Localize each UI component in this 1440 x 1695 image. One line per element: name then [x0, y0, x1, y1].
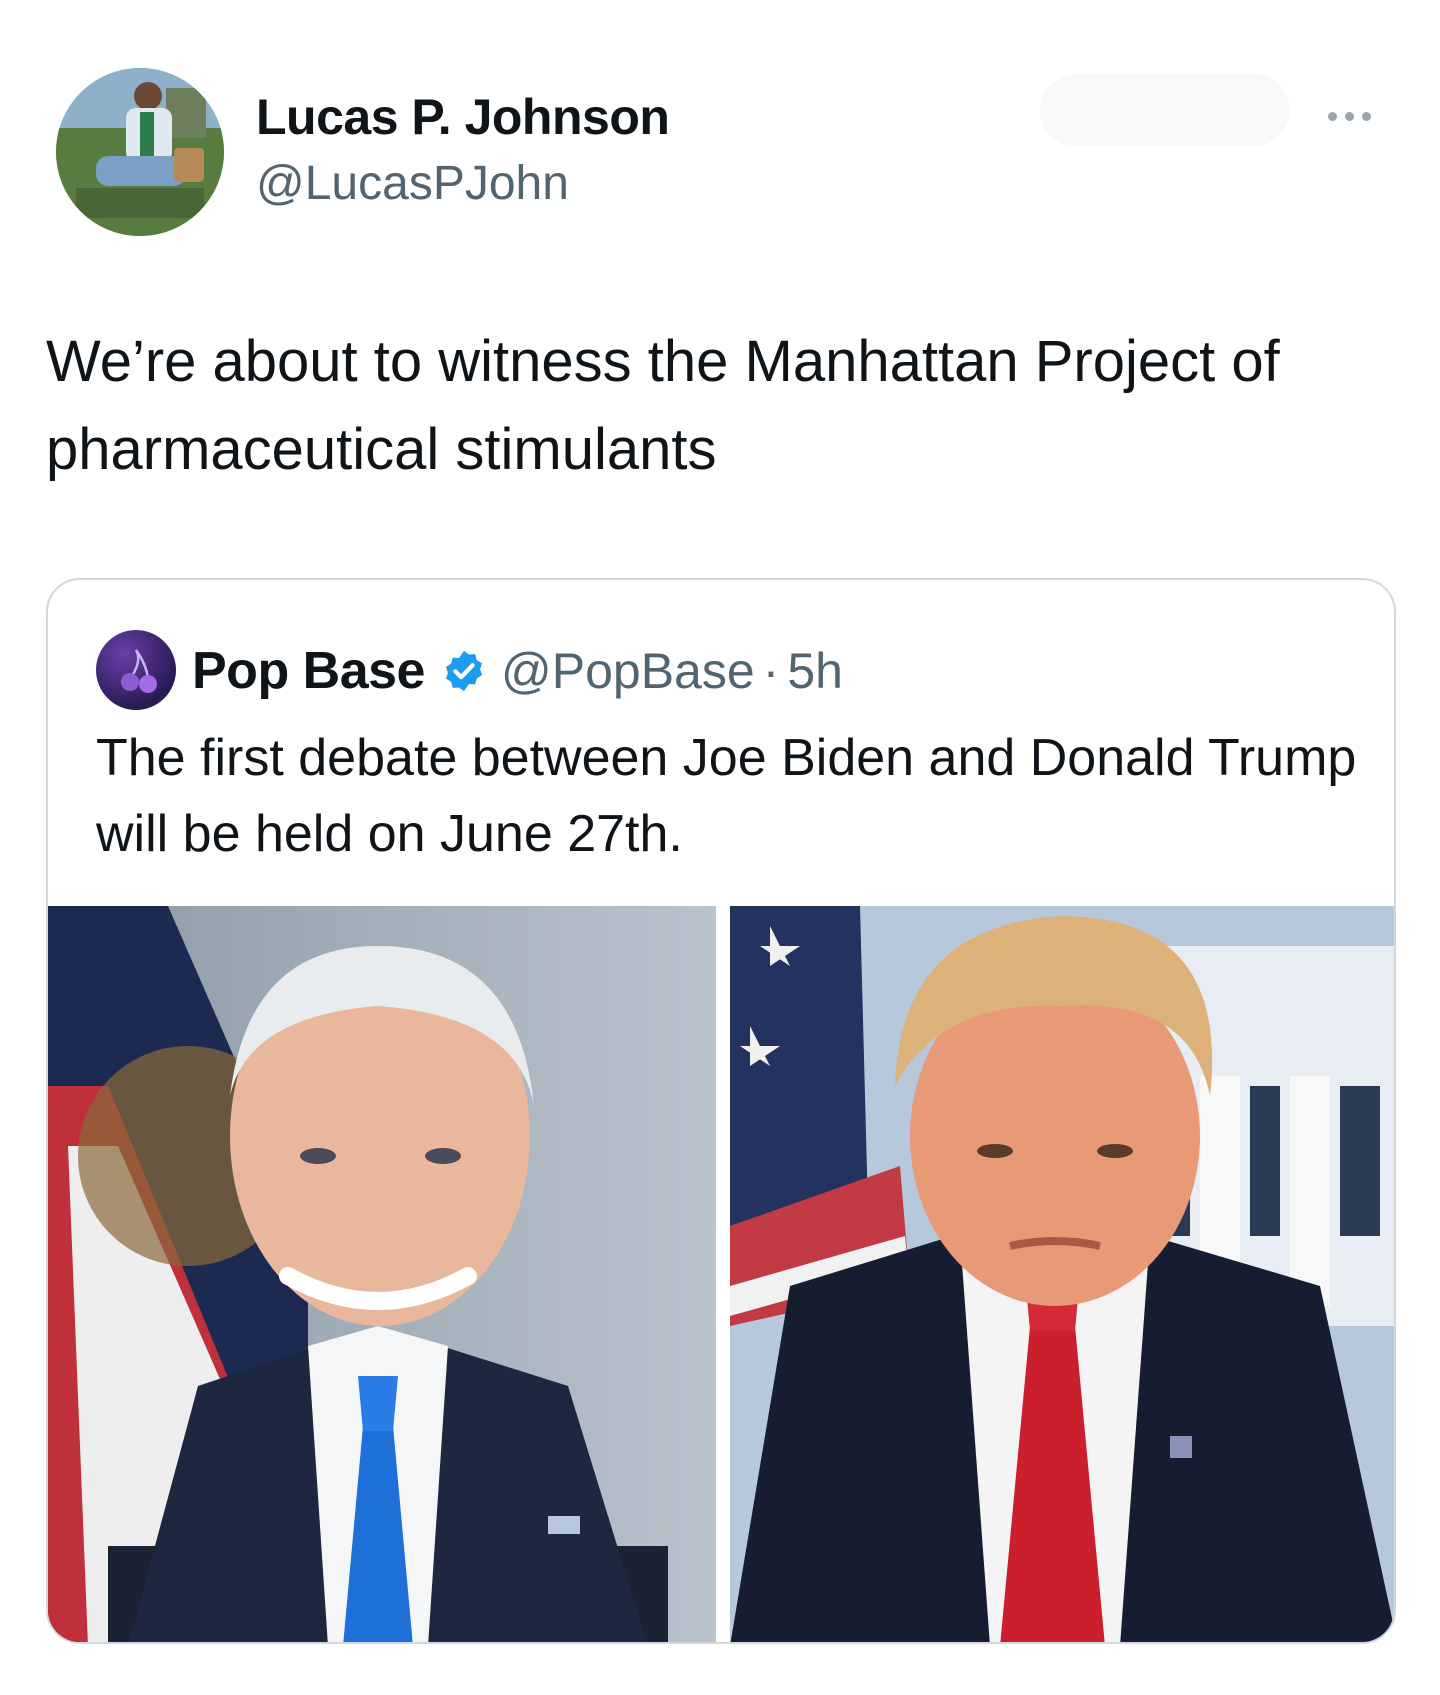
- quoted-handle[interactable]: @PopBase: [501, 642, 755, 700]
- quoted-tweet-card[interactable]: Pop Base @PopBase · 5h The first debate …: [46, 578, 1396, 1644]
- profile-photo-image: [56, 68, 224, 236]
- cherry-logo-icon: [121, 649, 157, 693]
- ellipsis-icon[interactable]: [1328, 104, 1388, 128]
- media-grid: [48, 906, 1394, 1642]
- trump-portrait[interactable]: [730, 906, 1394, 1642]
- quoted-author-avatar[interactable]: [96, 630, 176, 710]
- quoted-tweet-text: The first debate between Joe Biden and D…: [96, 729, 1357, 863]
- tweet-text: We’re about to witness the Manhattan Pro…: [46, 329, 1280, 482]
- author-display-name[interactable]: Lucas P. Johnson: [256, 88, 670, 146]
- trump-portrait-image: [730, 906, 1394, 1642]
- verified-badge-icon: [445, 650, 483, 692]
- biden-portrait[interactable]: [48, 906, 716, 1642]
- author-handle[interactable]: @LucasPJohn: [256, 156, 569, 211]
- author-avatar[interactable]: [56, 68, 224, 236]
- quoted-display-name[interactable]: Pop Base: [192, 641, 425, 701]
- separator-dot: ·: [762, 643, 780, 699]
- follow-button[interactable]: [1040, 74, 1290, 146]
- biden-portrait-image: [48, 906, 716, 1642]
- quoted-tweet-header: Pop Base @PopBase · 5h: [192, 638, 843, 704]
- quoted-timestamp[interactable]: 5h: [787, 642, 843, 700]
